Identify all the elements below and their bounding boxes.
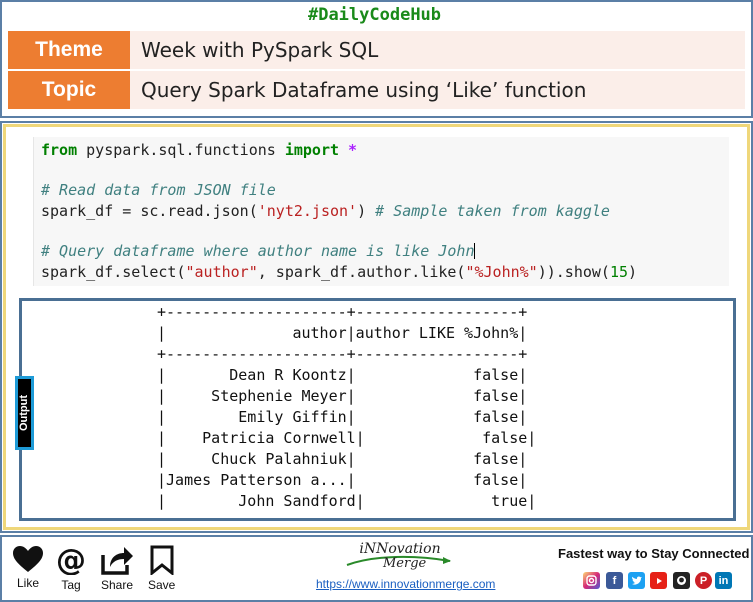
heart-icon	[13, 546, 43, 572]
read-lhs: spark_df = sc.read.json(	[41, 202, 258, 220]
module-name: pyspark.sql.functions	[77, 141, 285, 159]
code-comment-read: # Read data from JSON file	[41, 181, 276, 199]
like-button[interactable]: Like	[12, 545, 44, 590]
code-line-import: from pyspark.sql.functions import *	[41, 141, 357, 159]
table-border-mid: +--------------------+------------------…	[157, 345, 528, 363]
table-row: | John Sandford| true|	[157, 492, 537, 510]
tag-button[interactable]: @ Tag	[55, 545, 87, 592]
svg-text:@: @	[56, 545, 86, 575]
facebook-icon[interactable]: f	[606, 572, 623, 589]
select-b: , spark_df.author.like(	[257, 263, 466, 281]
save-label: Save	[148, 578, 176, 592]
twitter-icon[interactable]	[628, 572, 645, 589]
pinterest-icon[interactable]: P	[695, 572, 712, 589]
table-row: | Chuck Palahniuk| false|	[157, 450, 528, 468]
theme-value: Week with PySpark SQL	[141, 38, 379, 62]
table-row: | Emily Giffin| false|	[157, 408, 528, 426]
keyword-import: import	[284, 141, 340, 159]
table-row: |James Patterson a...| false|	[157, 471, 528, 489]
github-icon[interactable]	[673, 572, 690, 589]
table-border-top: +--------------------+------------------…	[157, 303, 528, 321]
topic-row: Topic Query Spark Dataframe using ‘Like’…	[8, 71, 745, 109]
website-link[interactable]: https://www.innovationmerge.com	[316, 577, 495, 591]
select-a: spark_df.select(	[41, 263, 186, 281]
logo-subword: Merge	[383, 556, 427, 571]
code-comment-query-line: # Query dataframe where author name is l…	[41, 242, 476, 260]
select-pattern-str: "%John%"	[465, 263, 538, 281]
at-sign-icon: @	[56, 545, 86, 575]
code-comment-query: # Query dataframe where author name is l…	[41, 242, 475, 260]
table-header-row: | author|author LIKE %John%|	[157, 324, 528, 342]
tag-label: Tag	[61, 578, 81, 592]
table-row: | Dean R Koontz| false|	[157, 366, 528, 384]
read-arg: 'nyt2.json'	[257, 202, 358, 220]
code-line-select: spark_df.select("author", spark_df.autho…	[41, 263, 637, 281]
table-row: | Patricia Cornwell| false|	[157, 429, 537, 447]
text-cursor	[474, 243, 476, 259]
linkedin-icon[interactable]: in	[715, 572, 732, 589]
select-number: 15	[609, 263, 629, 281]
share-button[interactable]: Share	[100, 545, 134, 592]
select-author-str: "author"	[185, 263, 258, 281]
youtube-icon[interactable]	[650, 572, 667, 589]
hashtag-title: #DailyCodeHub	[307, 5, 442, 25]
stay-connected-text: Fastest way to Stay Connected	[558, 546, 750, 561]
read-comment: # Sample taken from kaggle	[375, 202, 610, 220]
theme-label: Theme	[8, 31, 130, 69]
table-row: | Stephenie Meyer| false|	[157, 387, 528, 405]
select-d: )	[628, 263, 638, 281]
output-tag: Output	[15, 376, 34, 450]
code-line-read: spark_df = sc.read.json('nyt2.json') # S…	[41, 202, 610, 220]
topic-label: Topic	[8, 71, 130, 109]
topic-value: Query Spark Dataframe using ‘Like’ funct…	[141, 78, 587, 102]
select-c: )).show(	[537, 263, 610, 281]
read-rhs: )	[357, 202, 376, 220]
save-button[interactable]: Save	[148, 545, 175, 592]
share-icon	[101, 547, 133, 575]
theme-row: Theme Week with PySpark SQL	[8, 31, 745, 69]
like-label: Like	[16, 576, 39, 590]
share-label: Share	[100, 578, 134, 592]
bookmark-icon	[150, 545, 174, 575]
instagram-icon[interactable]	[583, 572, 600, 589]
keyword-from: from	[41, 141, 78, 159]
output-tag-label: Output	[18, 394, 31, 432]
import-star: *	[339, 141, 358, 159]
